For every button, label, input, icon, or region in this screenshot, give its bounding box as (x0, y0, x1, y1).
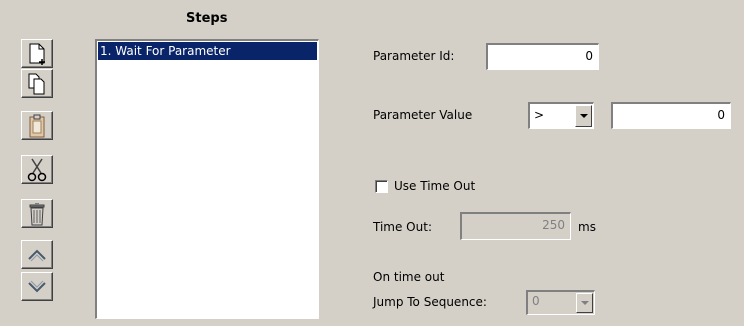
timeout-field[interactable]: 250 (460, 212, 571, 240)
use-timeout-label: Use Time Out (394, 179, 476, 193)
move-up-button[interactable] (21, 240, 53, 269)
list-item[interactable]: 1. Wait For Parameter (98, 42, 317, 60)
use-timeout-checkbox[interactable] (375, 180, 388, 193)
new-icon (26, 42, 48, 66)
parameter-id-label: Parameter Id: (373, 49, 455, 63)
move-down-button[interactable] (21, 272, 53, 301)
move-down-icon (26, 278, 48, 296)
delete-button[interactable] (21, 199, 53, 228)
copy-icon (26, 72, 48, 96)
jump-to-sequence-label: Jump To Sequence: (373, 295, 487, 309)
jump-to-sequence-select[interactable]: 0 (526, 290, 595, 315)
move-up-icon (26, 246, 48, 264)
operator-dropdown-arrow[interactable] (575, 105, 592, 127)
jump-to-sequence-value: 0 (532, 294, 540, 308)
operator-select[interactable]: > (528, 102, 594, 129)
new-step-button[interactable] (21, 39, 53, 68)
operator-value: > (534, 108, 545, 122)
cut-icon (26, 157, 48, 183)
parameter-value-label: Parameter Value (373, 108, 473, 122)
paste-icon (26, 113, 48, 139)
parameter-value-field[interactable]: 0 (611, 102, 731, 129)
steps-title: Steps (186, 11, 228, 26)
cut-button[interactable] (21, 155, 53, 184)
on-timeout-label: On time out (373, 270, 445, 284)
timeout-unit: ms (578, 220, 596, 234)
chevron-down-icon (580, 301, 589, 305)
parameter-id-field[interactable]: 0 (486, 43, 599, 70)
jump-dropdown-arrow[interactable] (576, 293, 593, 313)
steps-list[interactable]: 1. Wait For Parameter (95, 39, 319, 319)
delete-icon (26, 201, 48, 227)
paste-button[interactable] (21, 111, 53, 140)
chevron-down-icon (579, 114, 588, 118)
timeout-label: Time Out: (373, 220, 432, 234)
copy-button[interactable] (21, 69, 53, 98)
